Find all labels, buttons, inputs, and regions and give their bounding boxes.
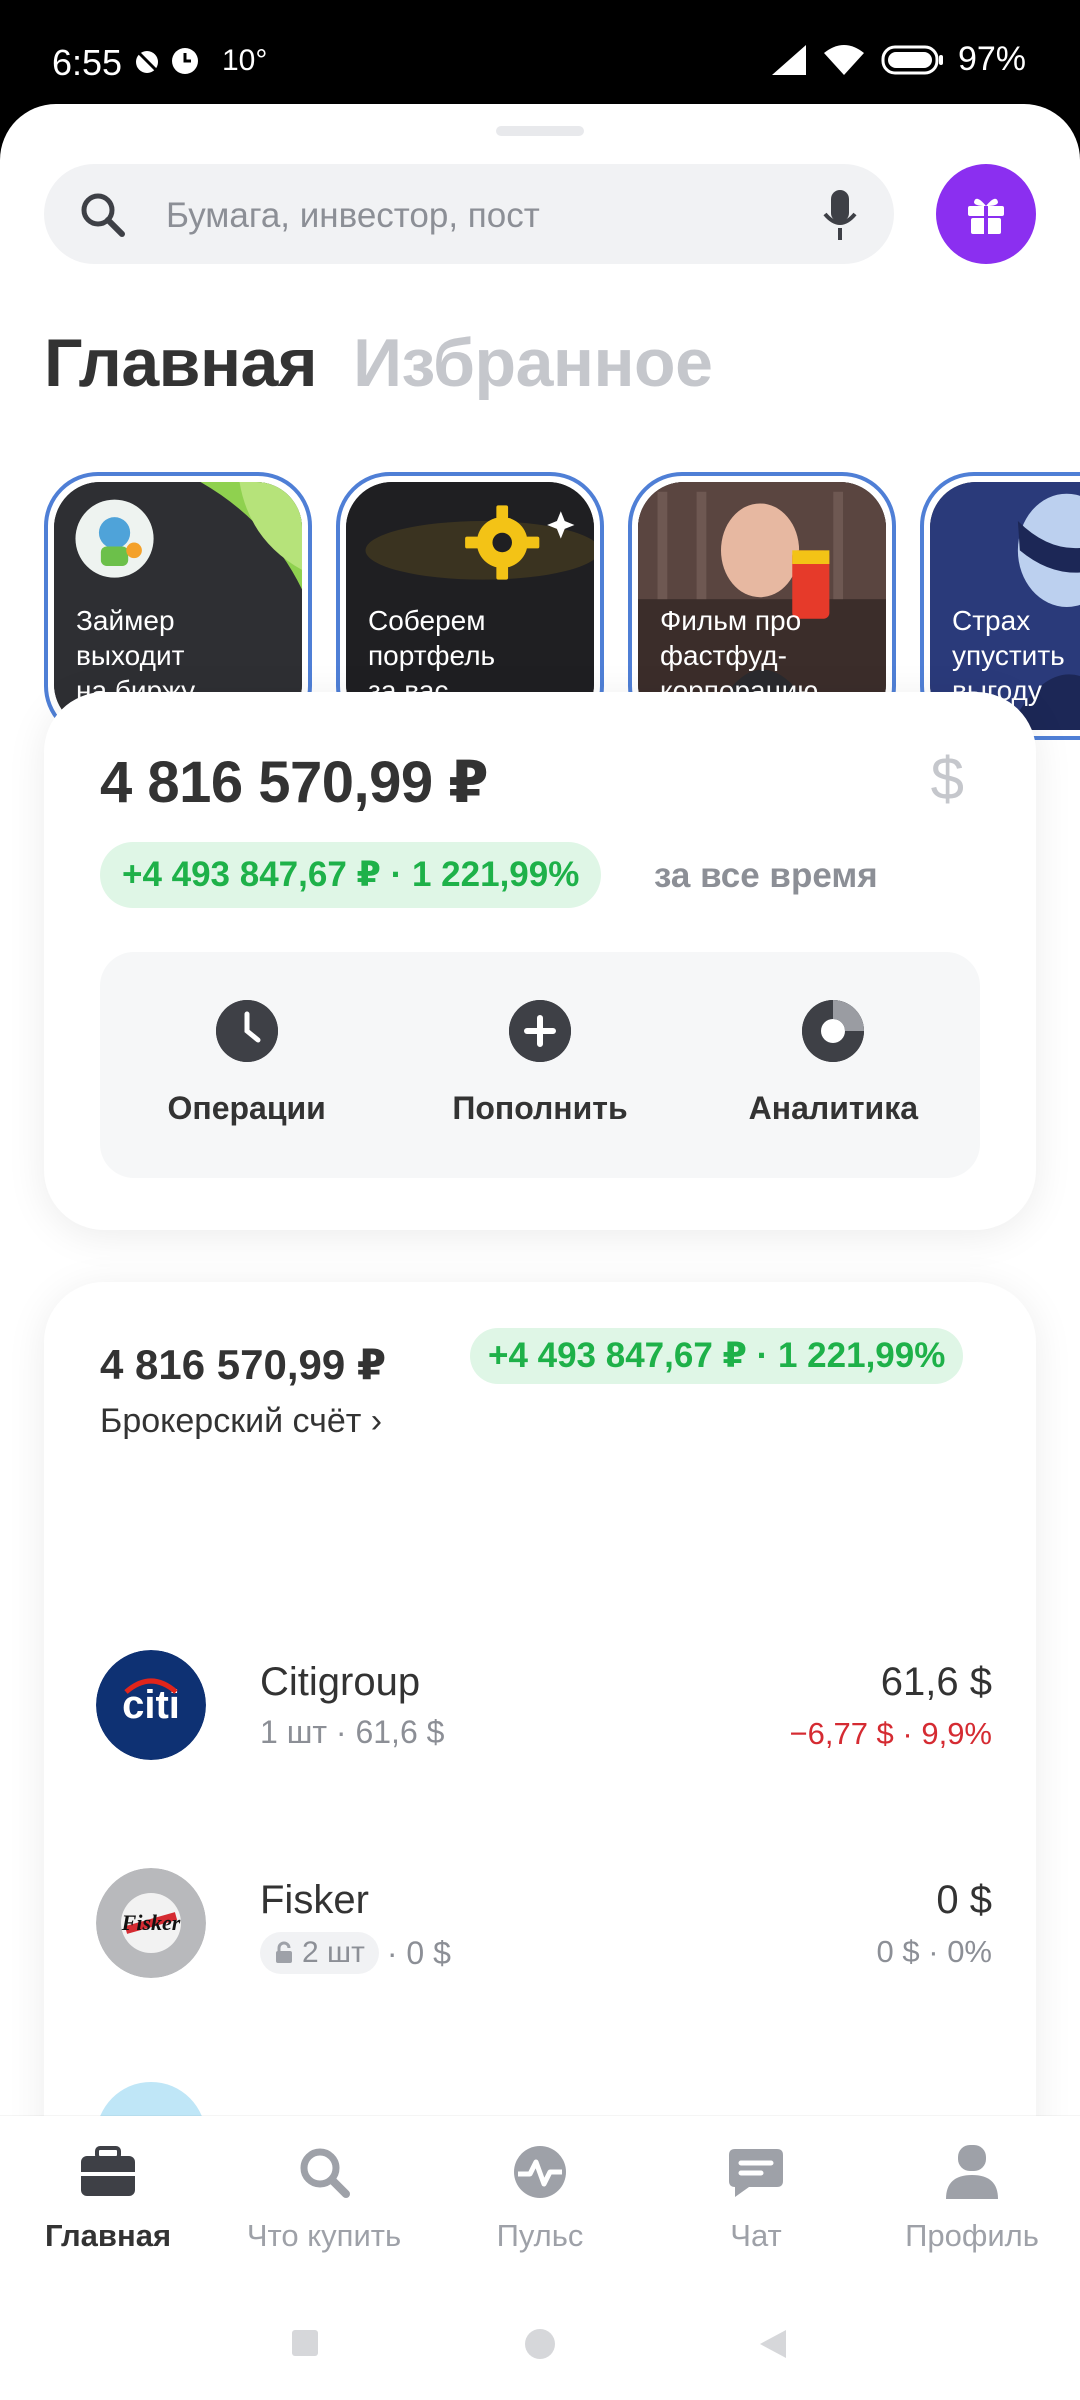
battery-percent: 97% [957,40,1026,78]
battery-icon [881,45,943,74]
nav-profile-label: Профиль [905,2218,1039,2253]
analytics-button[interactable]: Аналитика [687,952,980,1178]
status-time: 6:55 [52,42,123,83]
tab-favorites[interactable]: Избранное [353,324,713,402]
balance-card: 4 816 570,99 ₽ $ +4 493 847,67 ₽ · 1 221… [44,692,1036,1230]
asset-name: Fisker [260,1878,369,1922]
total-balance: 4 816 570,99 ₽ [100,750,489,815]
back-icon[interactable] [758,2328,788,2360]
chat-icon [724,2140,788,2204]
clock-status-icon [172,48,198,74]
donut-chart-icon [802,1000,865,1062]
fisker-logo: Fisker [96,1868,206,1978]
status-right-icons: 97% [768,40,1026,79]
status-temperature: 10° [222,44,268,77]
asset-change: 0 $ · 0% [876,1934,992,1969]
gain-period-selector[interactable]: за все время [654,856,878,896]
asset-row[interactable]: citi Citigroup 1 шт · 61,6 $ 61,6 $ −6,7… [44,1650,1036,1770]
lock-icon [276,1941,292,1963]
nav-what-to-buy[interactable]: Что купить [216,2116,432,2280]
nav-home-label: Главная [44,2218,172,2253]
nav-pulse[interactable]: Пульс [432,2116,648,2280]
signal-icon [771,44,806,75]
search-icon [81,193,125,237]
search-input[interactable]: Бумага, инвестор, пост [44,164,894,264]
account-balance: 4 816 570,99 ₽ [100,1341,387,1388]
nav-profile[interactable]: Профиль [864,2116,1080,2280]
asset-row[interactable]: Fisker Fisker 2 шт · 0 $ 0 $ 0 $ · 0% [44,1868,1036,1988]
broker-account-link[interactable]: Брокерский счёт › [100,1402,382,1441]
asset-change: −6,77 $ · 9,9% [789,1716,993,1751]
asset-quantity: 1 шт · 61,6 $ [260,1714,445,1750]
currency-toggle-button[interactable]: $ [931,744,964,813]
wifi-icon [823,44,864,75]
main-tabs: Главная Избранное [44,324,713,402]
nav-chat[interactable]: Чат [648,2116,864,2280]
citigroup-logo: citi [96,1650,206,1760]
microphone-icon[interactable] [822,188,858,242]
svg-text:Fisker: Fisker [121,1910,181,1935]
gift-icon [968,198,1004,234]
alarm-off-icon [134,48,160,74]
recents-icon[interactable] [290,2328,320,2358]
briefcase-icon [76,2140,140,2204]
search-placeholder: Бумага, инвестор, пост [166,196,540,235]
pulse-icon [508,2140,572,2204]
analytics-label: Аналитика [748,1090,919,1126]
search-icon [292,2140,356,2204]
tab-main[interactable]: Главная [44,324,318,402]
asset-quantity: 2 шт · 0 $ [260,1932,451,1974]
operations-button[interactable]: Операции [100,952,393,1178]
status-left-icons [132,46,200,76]
operations-label: Операции [167,1090,326,1126]
gift-button[interactable] [936,164,1036,264]
total-gain-badge: +4 493 847,67 ₽ · 1 221,99% [100,842,602,908]
blocked-quantity-chip: 2 шт [260,1932,379,1974]
account-gain-badge: +4 493 847,67 ₽ · 1 221,99% [470,1328,964,1384]
nav-pulse-label: Пульс [496,2218,584,2253]
top-up-button[interactable]: Пополнить [393,952,686,1178]
sheet-grabber[interactable] [496,126,584,136]
asset-name: Citigroup [260,1660,421,1704]
clock-icon [215,1000,278,1062]
profile-icon [940,2140,1004,2204]
asset-price: 61,6 $ [880,1660,992,1704]
home-icon[interactable] [524,2328,556,2360]
system-navigation-bar [0,2280,1080,2400]
status-bar: 6:55 10° 97% [0,0,1080,104]
asset-price: 0 $ [936,1878,992,1922]
bottom-navigation: Главная Что купить Пульс Чат Профиль [0,2116,1080,2280]
nav-home[interactable]: Главная [0,2116,216,2280]
top-up-label: Пополнить [452,1090,628,1126]
nav-chat-label: Чат [730,2218,782,2253]
plus-icon [508,1000,571,1062]
nav-what-to-buy-label: Что купить [246,2218,402,2253]
quick-actions: Операции Пополнить Аналитика [100,952,980,1178]
